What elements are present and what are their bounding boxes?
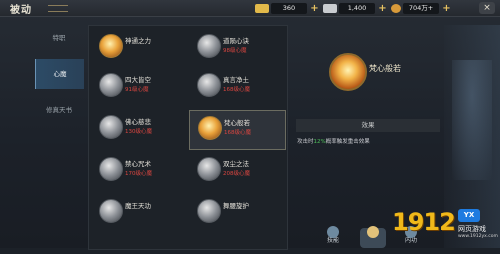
skill-row: 魔王天功 舞腰旋护	[89, 194, 287, 232]
flower-skill-icon	[197, 157, 221, 181]
skill-name: 佛心慈悲	[125, 118, 151, 126]
skill-item-selected[interactable]: 梵心般若 168级心魔	[189, 110, 286, 150]
gold-value: 360	[271, 2, 307, 14]
burst-skill-icon	[197, 73, 221, 97]
passive-menu-icon	[367, 226, 379, 238]
skill-name: 双尘之法	[223, 160, 249, 168]
coin-resource: 704万+ +	[391, 2, 451, 14]
fire-skill-icon	[99, 34, 123, 58]
close-button[interactable]: ×	[479, 2, 495, 14]
watermark-badge: YX	[458, 209, 480, 222]
skill-item[interactable]: 魔王天功	[91, 194, 186, 232]
watermark-subtitle: 网页游戏	[458, 225, 486, 233]
skill-row: 禁心咒术 170级心魔 双尘之法 208级心魔	[89, 152, 287, 190]
skill-item[interactable]: 神通之力	[91, 29, 186, 67]
skill-name: 神通之力	[125, 37, 151, 45]
skill-name: 道陨心诀	[223, 37, 249, 45]
skill-requirement: 170级心魔	[125, 171, 152, 177]
tab-cultivation-book[interactable]: 修真天书	[35, 95, 83, 125]
skill-row: 四大皆空 91级心魔 真言净土 168级心魔	[89, 68, 287, 106]
skill-item[interactable]: 道陨心诀 98级心魔	[189, 29, 284, 67]
add-coin-button[interactable]: +	[442, 3, 451, 13]
skill-name: 真言净土	[223, 76, 249, 84]
top-bar: 被动 360 + 1,400 + 704万+ + ×	[0, 0, 500, 17]
skill-name: 禁心咒术	[125, 160, 151, 168]
orb-skill-icon	[197, 34, 221, 58]
page-title: 被动	[10, 5, 32, 16]
tab-special[interactable]: 特职	[35, 23, 83, 53]
title-ornament	[48, 5, 68, 12]
silver-ingot-icon	[323, 3, 337, 13]
bottom-passive-button[interactable]	[360, 226, 386, 248]
skill-name: 舞腰旋护	[223, 202, 249, 210]
skill-list: 神通之力 道陨心诀 98级心魔 四大皆空 91级心魔 真言净土 168级心魔 佛…	[88, 25, 288, 250]
add-gold-button[interactable]: +	[310, 3, 319, 13]
skill-item[interactable]: 双尘之法 208级心魔	[189, 152, 284, 190]
character-figure	[452, 60, 492, 180]
skill-row: 神通之力 道陨心诀 98级心魔	[89, 29, 287, 67]
effect-title: 效果	[361, 121, 375, 129]
skill-item[interactable]: 佛心慈悲 130级心魔	[91, 110, 186, 148]
skill-name: 梵心般若	[224, 119, 250, 127]
site-watermark: 1912 YX 网页游戏 www.1912yx.com	[392, 206, 498, 246]
skill-name: 四大皆空	[125, 76, 151, 84]
spin-skill-icon	[197, 199, 221, 223]
flame-skill-icon	[198, 116, 222, 140]
effect-description: 攻击时12%概率触发重击效果	[297, 137, 370, 145]
watermark-logo-text: 1912	[392, 208, 456, 236]
skill-requirement: 168级心魔	[224, 130, 251, 136]
skill-requirement: 98级心魔	[223, 48, 247, 54]
palm-skill-icon	[99, 199, 123, 223]
effect-header: 效果	[296, 119, 440, 132]
watermark-url: www.1912yx.com	[458, 234, 498, 239]
selected-skill-name: 梵心般若	[369, 64, 401, 73]
bottom-skill-label: 技能	[326, 237, 339, 244]
skill-item[interactable]: 舞腰旋护	[189, 194, 284, 232]
skill-requirement: 168级心魔	[223, 87, 250, 93]
effect-highlight: 12%	[313, 139, 326, 145]
skill-requirement: 208级心魔	[223, 171, 250, 177]
skill-menu-icon	[327, 226, 339, 238]
wind-skill-icon	[99, 73, 123, 97]
passive-skill-screen: 被动 360 + 1,400 + 704万+ + × 特职 心魔 修真天书 神通…	[0, 0, 500, 250]
add-silver-button[interactable]: +	[378, 3, 387, 13]
category-sidebar: 特职 心魔 修真天书	[35, 23, 85, 248]
selected-skill-icon	[329, 53, 367, 91]
skill-requirement: 91级心魔	[125, 87, 149, 93]
gold-ingot-icon	[255, 3, 269, 13]
skill-requirement: 130级心魔	[125, 129, 152, 135]
skill-name: 魔王天功	[125, 202, 151, 210]
silver-resource: 1,400 +	[323, 2, 387, 14]
skill-row: 佛心慈悲 130级心魔 梵心般若 168级心魔	[89, 110, 287, 150]
lotus-skill-icon	[99, 115, 123, 139]
coin-bag-icon	[391, 3, 401, 13]
skill-item[interactable]: 四大皆空 91级心魔	[91, 68, 186, 106]
skill-item[interactable]: 真言净土 168级心魔	[189, 68, 284, 106]
effect-suffix: 概率触发重击效果	[325, 139, 370, 145]
gold-resource: 360 +	[255, 2, 319, 14]
sigil-skill-icon	[99, 157, 123, 181]
tab-heart-demon[interactable]: 心魔	[35, 59, 84, 89]
bottom-skill-button[interactable]: 技能	[320, 226, 346, 248]
effect-prefix: 攻击时	[297, 139, 314, 145]
skill-item[interactable]: 禁心咒术 170级心魔	[91, 152, 186, 190]
silver-value: 1,400	[339, 2, 375, 14]
coin-value: 704万+	[403, 2, 439, 14]
